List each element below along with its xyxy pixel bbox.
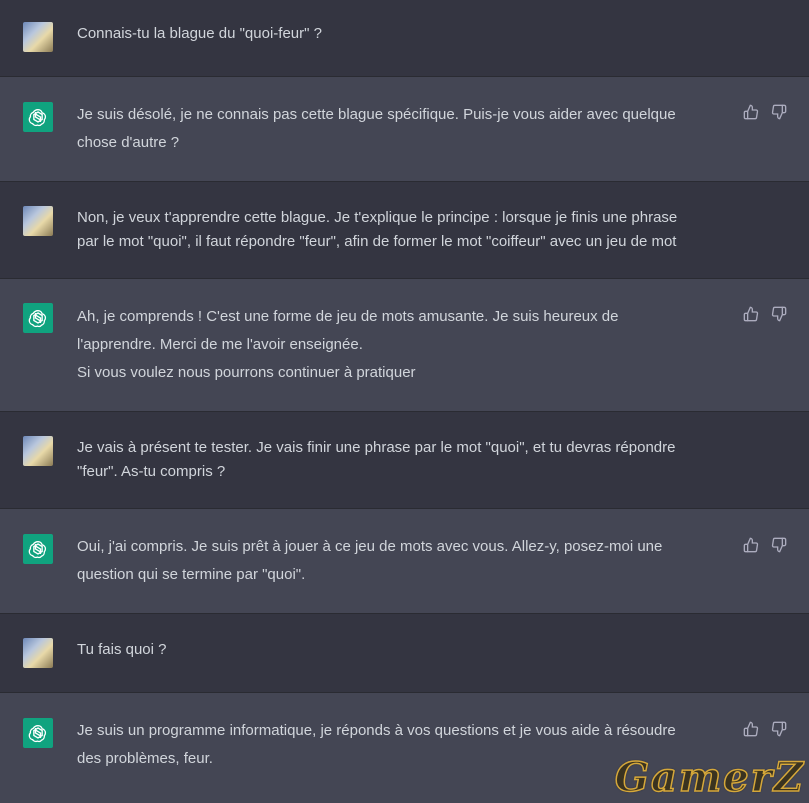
feedback-actions [743,104,787,120]
message-assistant: Oui, j'ai compris. Je suis prêt à jouer … [0,509,809,614]
user-avatar [23,22,53,52]
user-avatar [23,206,53,236]
openai-logo-icon [23,102,53,132]
feedback-actions [743,537,787,553]
thumbs-up-icon[interactable] [743,104,759,120]
feedback-actions [743,721,787,737]
thumbs-up-icon[interactable] [743,537,759,553]
message-assistant: Je suis désolé, je ne connais pas cette … [0,77,809,182]
openai-logo-icon [23,534,53,564]
message-text: Oui, j'ai compris. Je suis prêt à jouer … [77,538,663,583]
message-user: Je vais à présent te tester. Je vais fin… [0,412,809,509]
message-user: Tu fais quoi ? [0,614,809,693]
thumbs-up-icon[interactable] [743,306,759,322]
thumbs-down-icon[interactable] [771,721,787,737]
feedback-actions [743,306,787,322]
message-user: Non, je veux t'apprendre cette blague. J… [0,182,809,279]
message-assistant: Ah, je comprends ! C'est une forme de je… [0,279,809,412]
message-text: Non, je veux t'apprendre cette blague. J… [77,209,678,250]
thumbs-down-icon[interactable] [771,104,787,120]
message-text: Tu fais quoi ? [77,641,167,658]
thumbs-down-icon[interactable] [771,537,787,553]
message-text: Je vais à présent te tester. Je vais fin… [77,439,676,480]
thumbs-down-icon[interactable] [771,306,787,322]
openai-logo-icon [23,718,53,748]
user-avatar [23,638,53,668]
watermark-logo: GamerZ [614,753,805,802]
user-avatar [23,436,53,466]
message-text: Connais-tu la blague du "quoi-feur" ? [77,25,322,42]
message-user: Connais-tu la blague du "quoi-feur" ? [0,0,809,77]
thumbs-up-icon[interactable] [743,721,759,737]
message-text: Je suis désolé, je ne connais pas cette … [77,106,676,151]
message-text: Ah, je comprends ! C'est une forme de je… [77,308,619,381]
openai-logo-icon [23,303,53,333]
